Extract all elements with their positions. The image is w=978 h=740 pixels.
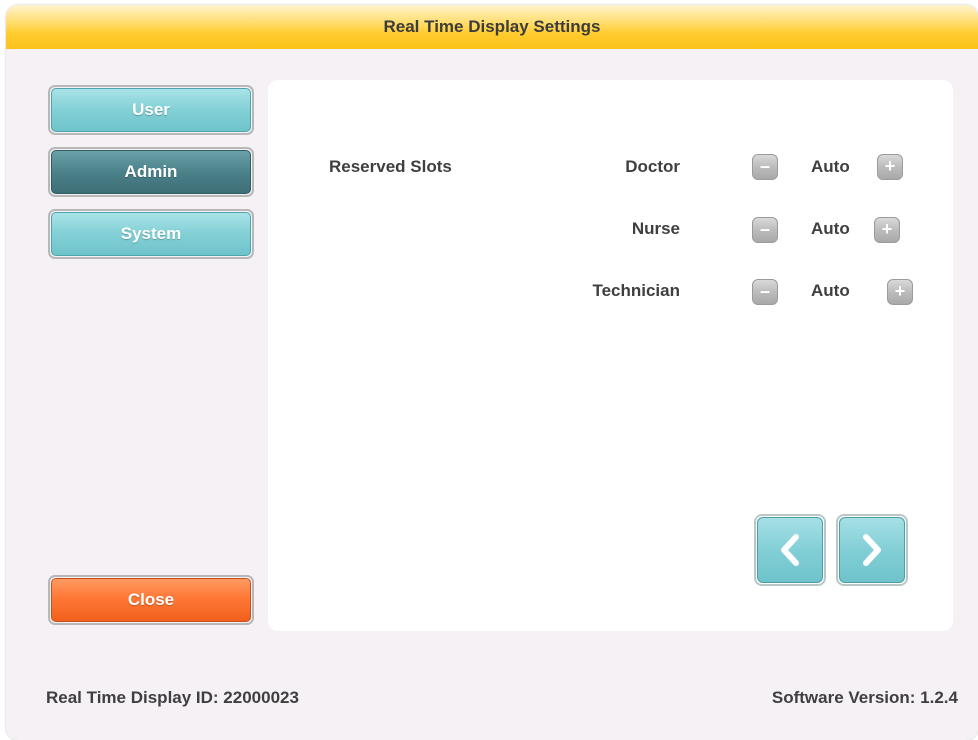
display-id-text: Real Time Display ID: 22000023 [46,688,299,707]
doctor-value: Auto [811,157,850,176]
nurse-value: Auto [811,219,850,238]
next-page-button[interactable] [836,514,908,586]
doctor-label: Doctor [625,157,680,176]
technician-increment-button[interactable]: + [887,279,913,305]
chevron-right-icon [863,534,881,566]
previous-page-button[interactable] [754,514,826,586]
nav-system-label: System [120,224,182,243]
reserved-slots-label: Reserved Slots [329,157,452,176]
technician-label: Technician [592,281,680,300]
software-version-text: Software Version: 1.2.4 [771,688,958,707]
nurse-decrement-button[interactable]: – [752,217,778,243]
nav-user-button[interactable]: User [48,85,254,135]
nav-user-label: User [132,100,170,119]
nav-system-button[interactable]: System [48,209,254,259]
nav-admin-label: Admin [124,162,178,181]
nurse-label: Nurse [631,219,680,238]
nav-admin-button[interactable]: Admin [48,147,254,197]
close-button[interactable]: Close [48,575,254,625]
doctor-increment-button[interactable]: + [877,154,903,180]
technician-decrement-button[interactable]: – [752,279,778,305]
settings-window: Real Time Display Settings User Admin Sy… [6,5,978,740]
chevron-left-icon [781,534,799,566]
doctor-decrement-button[interactable]: – [752,154,778,180]
window-title: Real Time Display Settings [6,5,978,49]
nurse-increment-button[interactable]: + [874,217,900,243]
technician-value: Auto [811,281,850,300]
close-label: Close [127,590,175,609]
